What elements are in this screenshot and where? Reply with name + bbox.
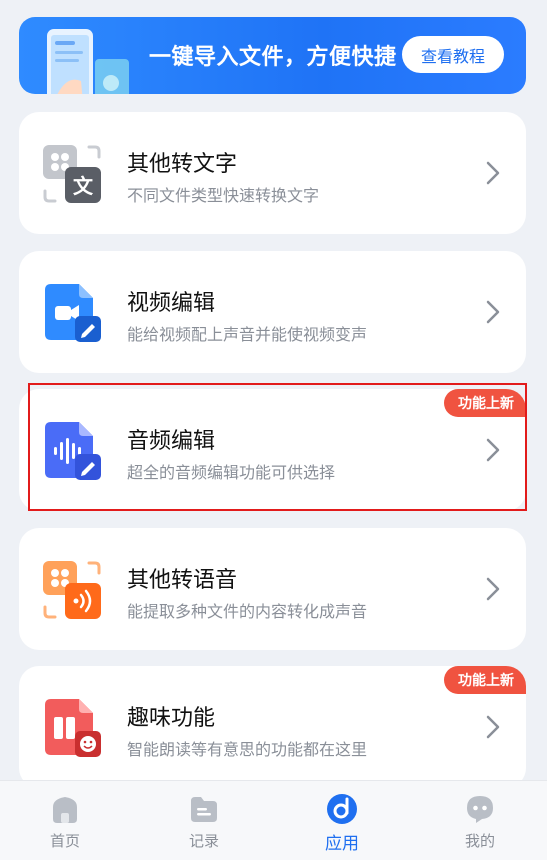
audio-edit-icon: [45, 422, 101, 480]
profile-icon: [467, 796, 493, 823]
card-fun-features[interactable]: 趣味功能 智能朗读等有意思的功能都在这里 功能上新: [19, 666, 526, 788]
nav-tab-home[interactable]: 首页: [25, 793, 105, 851]
chevron-right-icon: [486, 438, 500, 462]
bottom-nav: 首页 记录 应用 我的: [0, 780, 547, 860]
nav-label: 我的: [464, 832, 495, 850]
card-description: 超全的音频编辑功能可供选择: [127, 463, 336, 482]
video-edit-icon: [45, 284, 101, 342]
folder-icon: [191, 797, 217, 822]
card-description: 不同文件类型快速转换文字: [127, 186, 320, 205]
card-description: 智能朗读等有意思的功能都在这里: [127, 740, 368, 759]
nav-tab-records[interactable]: 记录: [164, 793, 244, 851]
card-description: 能提取多种文件的内容转化成声音: [127, 602, 368, 621]
card-other-to-speech[interactable]: 其他转语音 能提取多种文件的内容转化成声音: [19, 528, 526, 650]
nav-tab-apps[interactable]: 应用: [302, 793, 382, 854]
chevron-right-icon: [486, 161, 500, 185]
tutorial-banner[interactable]: 一键导入文件，方便快捷 查看教程: [19, 17, 526, 94]
fun-feature-icon: [45, 699, 101, 757]
card-audio-edit[interactable]: 音频编辑 超全的音频编辑功能可供选择 功能上新: [19, 389, 526, 511]
card-video-edit[interactable]: 视频编辑 能给视频配上声音并能使视频变声: [19, 251, 526, 373]
nav-tab-profile[interactable]: 我的: [440, 793, 520, 851]
chevron-right-icon: [486, 300, 500, 324]
card-title: 其他转语音: [127, 568, 238, 593]
svg-text:文: 文: [73, 174, 94, 198]
chevron-right-icon: [486, 577, 500, 601]
nav-label: 应用: [325, 834, 359, 854]
view-tutorial-button[interactable]: 查看教程: [402, 36, 504, 73]
banner-title: 一键导入文件，方便快捷: [149, 45, 397, 70]
card-title: 其他转文字: [127, 152, 238, 177]
new-feature-badge: 功能上新: [444, 389, 526, 417]
speech-convert-icon: [43, 561, 101, 619]
text-convert-icon: 文: [43, 145, 101, 203]
nav-label: 首页: [49, 832, 80, 850]
home-icon: [53, 797, 77, 823]
card-title: 音频编辑: [127, 429, 216, 454]
card-description: 能给视频配上声音并能使视频变声: [127, 325, 368, 344]
nav-label: 记录: [188, 832, 219, 850]
card-title: 趣味功能: [127, 706, 216, 731]
chevron-right-icon: [486, 715, 500, 739]
phone-illustration-icon: [47, 29, 129, 94]
card-other-to-text[interactable]: 文 其他转文字 不同文件类型快速转换文字: [19, 112, 526, 234]
card-title: 视频编辑: [127, 291, 216, 316]
new-feature-badge: 功能上新: [444, 666, 526, 694]
app-icon: [327, 794, 357, 824]
